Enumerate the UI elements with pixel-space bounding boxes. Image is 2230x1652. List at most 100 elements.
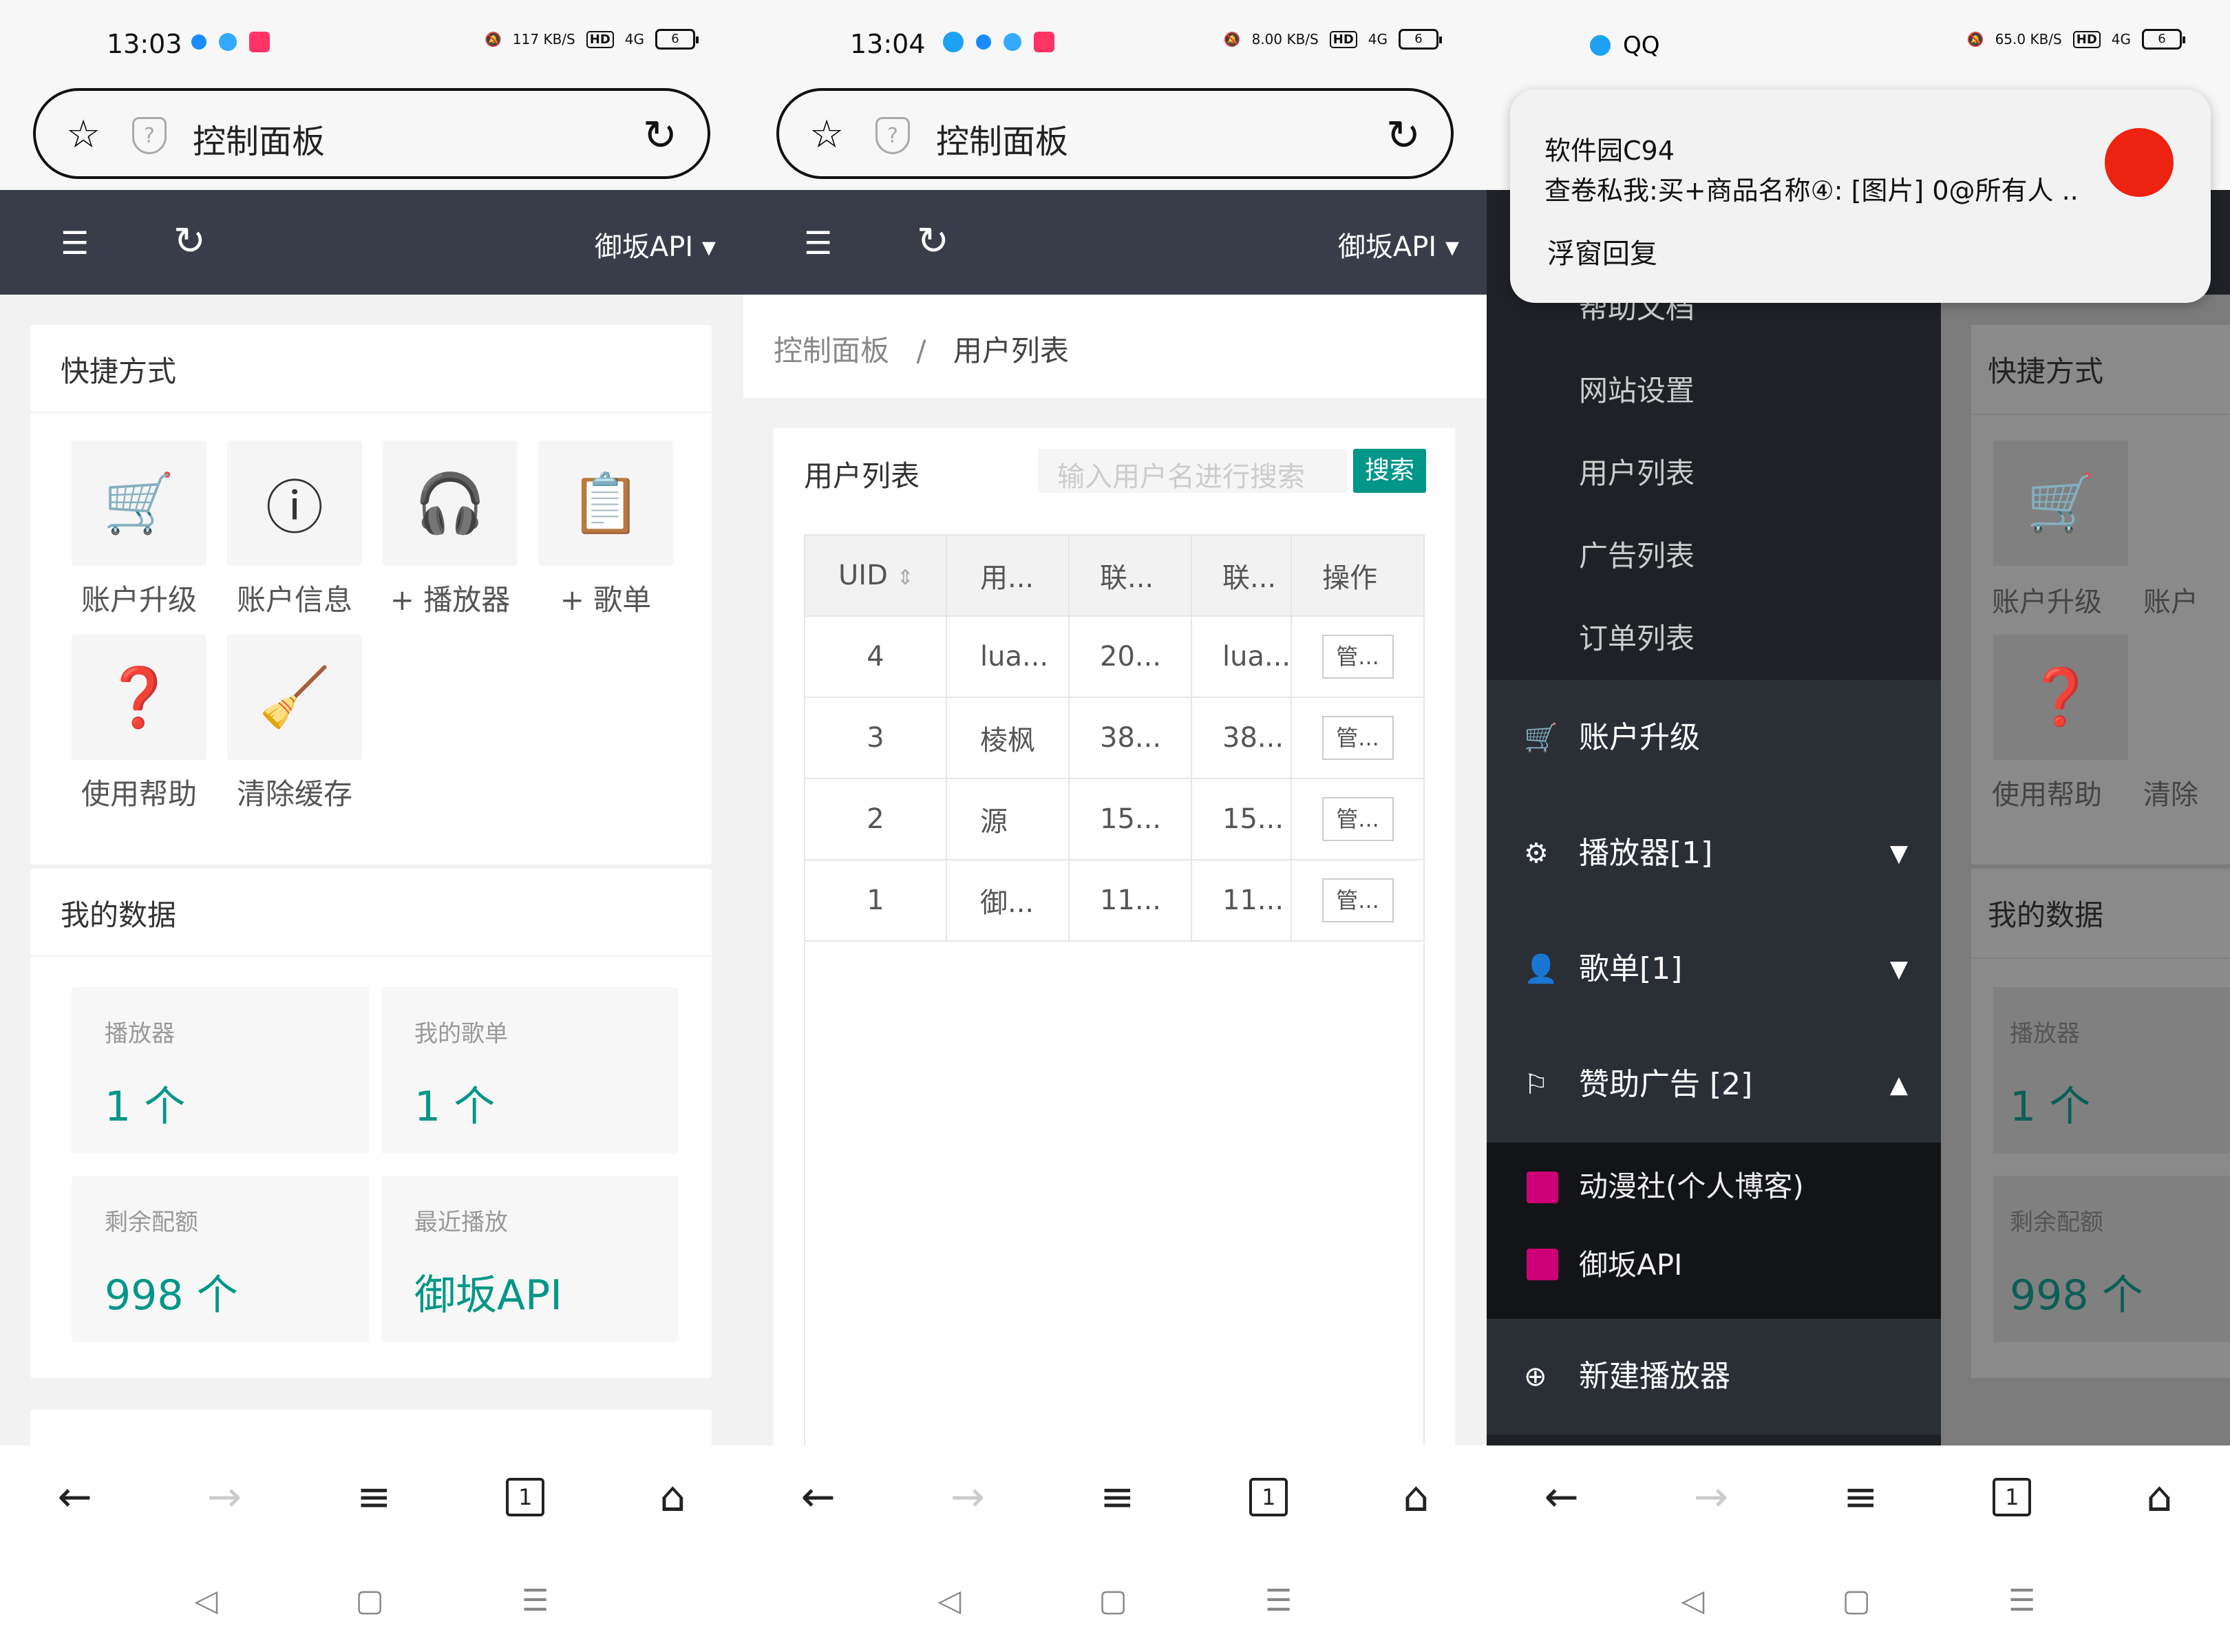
group-label: 播放器[1]	[1579, 836, 1713, 871]
dimmed-content[interactable]: 快捷方式 🛒 账户升级 账户 ❓ 使用帮助 清除 我的数据 播放器 1 个 剩余配…	[1941, 295, 2230, 1446]
avatar	[1527, 1249, 1558, 1280]
manage-button[interactable]: 管...	[1321, 716, 1394, 760]
notif-message: 查卷私我:买+商品名称④: [图片] 0@所有人 ..	[1544, 176, 2079, 206]
refresh-icon[interactable]: ↻	[917, 219, 949, 264]
tile-help[interactable]: ❓ 使用帮助	[72, 635, 206, 813]
qq-notification[interactable]: 软件园C94 查卷私我:买+商品名称④: [图片] 0@所有人 .. 浮窗回复	[1510, 89, 2211, 303]
tabs-icon[interactable]: 1	[1993, 1478, 2032, 1516]
security-shield-icon[interactable]: ?	[875, 117, 910, 154]
stat-key: 播放器	[105, 1020, 175, 1048]
address-box[interactable]: ☆ ? 控制面板 ↻	[33, 88, 710, 179]
menu-icon[interactable]: ≡	[1843, 1473, 1878, 1521]
tile-upgrade[interactable]: 🛒 账户升级	[72, 441, 206, 619]
sidebar-item-users[interactable]: 用户列表	[1487, 432, 1941, 515]
reload-icon[interactable]: ↻	[1386, 112, 1421, 160]
status-app-name: QQ	[1623, 32, 1660, 59]
home-icon[interactable]: ⌂	[659, 1473, 686, 1521]
sidebar-item-orders[interactable]: 订单列表	[1487, 597, 1941, 680]
security-shield-icon[interactable]: ?	[132, 117, 167, 154]
search-button[interactable]: 搜索	[1353, 449, 1426, 493]
col-uid[interactable]: UID ⇕	[804, 534, 947, 617]
bookmark-star-icon[interactable]: ☆	[809, 116, 844, 154]
stat-recent: 最近播放御坂API	[381, 1176, 679, 1342]
menu-toggle-icon[interactable]: ☰	[804, 224, 832, 262]
tabs-icon[interactable]: 1	[1249, 1478, 1288, 1516]
browser-nav: ← → ≡ 1 ⌂	[1487, 1446, 2230, 1549]
breadcrumb-root[interactable]: 控制面板	[774, 334, 889, 368]
cell: 棱枫	[946, 697, 1070, 779]
breadcrumb-sep: /	[916, 334, 926, 368]
mydata-card: 我的数据 播放器 1 个 我的歌单 1 个 剩余配额 998 个 最近播放 御坂API	[30, 869, 712, 1378]
refresh-icon[interactable]: ↻	[173, 219, 206, 264]
sub-item-misaka[interactable]: 御坂API	[1487, 1231, 1941, 1319]
plus-circle-icon: ⊕	[1524, 1361, 1547, 1392]
address-box[interactable]: ☆ ? 控制面板 ↻	[776, 88, 1454, 179]
sidebar-group-sponsor[interactable]: ⚐ 赞助广告 [2] ▲	[1487, 1027, 1941, 1143]
mute-icon: 🔕	[1223, 31, 1241, 47]
flag-icon: ⚐	[1524, 1069, 1549, 1101]
home-icon[interactable]: ⌂	[2146, 1473, 2172, 1521]
sys-recents-icon[interactable]: ☰	[2008, 1583, 2035, 1618]
stat-value: 御坂API	[414, 1271, 562, 1320]
tile-account-info[interactable]: ⓘ 账户信息	[227, 441, 362, 619]
sys-back-icon[interactable]: ◁	[195, 1583, 218, 1618]
sys-back-icon[interactable]: ◁	[938, 1583, 962, 1618]
menu-toggle-icon[interactable]: ☰	[61, 224, 89, 262]
sidebar-item-site-settings[interactable]: 网站设置	[1487, 350, 1941, 432]
manage-button[interactable]: 管...	[1321, 635, 1394, 679]
sidebar-item-help-docs[interactable]: 帮助文档	[1487, 294, 1941, 350]
sys-recents-icon[interactable]: ☰	[522, 1583, 549, 1618]
stat-key: 最近播放	[414, 1209, 508, 1236]
back-icon[interactable]: ←	[58, 1473, 92, 1521]
chevron-up-icon: ▲	[1889, 1071, 1908, 1099]
sys-home-icon[interactable]: ▢	[355, 1583, 384, 1618]
tabs-icon[interactable]: 1	[506, 1478, 545, 1516]
float-reply-button[interactable]: 浮窗回复	[1547, 231, 1657, 271]
forward-icon[interactable]: →	[951, 1473, 985, 1521]
search-input[interactable]: 输入用户名进行搜索	[1038, 449, 1348, 493]
forward-icon[interactable]: →	[207, 1473, 242, 1521]
group-label: 账户升级	[1579, 720, 1700, 755]
tile-clear-cache[interactable]: 🧹 清除缓存	[227, 635, 362, 813]
forward-icon[interactable]: →	[1694, 1473, 1728, 1521]
status-right: 🔕 65.0 KB/S HD 4G 6	[1967, 29, 2185, 50]
battery-icon: 6	[655, 29, 699, 50]
sub-item-blog[interactable]: 动漫社(个人博客)	[1487, 1143, 1941, 1231]
sys-recents-icon[interactable]: ☰	[1265, 1583, 1292, 1618]
menu-icon[interactable]: ≡	[357, 1473, 391, 1521]
app-pink-icon	[1034, 32, 1054, 52]
tile-label: 清除	[2143, 779, 2198, 811]
stat-key: 我的歌单	[414, 1020, 508, 1048]
sidebar-group-playlist[interactable]: 👤 歌单[1] ▼	[1487, 911, 1941, 1027]
sub-label: 御坂API	[1579, 1248, 1683, 1282]
back-icon[interactable]: ←	[1544, 1473, 1579, 1521]
home-icon[interactable]: ⌂	[1403, 1473, 1429, 1521]
cell: 管...	[1291, 697, 1425, 779]
menu-icon[interactable]: ≡	[1100, 1473, 1134, 1521]
stat-key: 播放器	[2010, 1020, 2080, 1048]
sidebar-item-ads[interactable]: 广告列表	[1487, 515, 1941, 597]
sidebar-group-upgrade[interactable]: 🛒 账户升级	[1487, 680, 1941, 796]
back-icon[interactable]: ←	[801, 1473, 836, 1521]
sys-back-icon[interactable]: ◁	[1681, 1583, 1705, 1618]
cell: 1	[804, 859, 947, 942]
mydata-title: 我的数据	[30, 869, 712, 957]
signal-icon: 4G	[1368, 31, 1388, 47]
user-dropdown[interactable]: 御坂API ▾	[1338, 224, 1459, 264]
bookmark-star-icon[interactable]: ☆	[66, 116, 100, 154]
cell: lua...	[1190, 615, 1293, 698]
tile-add-player[interactable]: 🎧 + 播放器	[383, 441, 518, 619]
reload-icon[interactable]: ↻	[643, 112, 677, 160]
status-right: 🔕 8.00 KB/S HD 4G 6	[1223, 29, 1442, 50]
manage-button[interactable]: 管...	[1321, 878, 1394, 922]
sidebar-new-player[interactable]: ⊕ 新建播放器	[1487, 1319, 1941, 1434]
cell: 2	[804, 778, 947, 860]
stat-value: 998 个	[2010, 1271, 2143, 1320]
user-dropdown[interactable]: 御坂API ▾	[595, 224, 716, 264]
manage-button[interactable]: 管...	[1321, 797, 1394, 841]
help-icon: ❓	[1993, 635, 2128, 760]
tile-add-playlist[interactable]: 📋 + 歌单	[538, 441, 673, 619]
sidebar-group-player[interactable]: ⚙ 播放器[1] ▼	[1487, 796, 1941, 911]
sys-home-icon[interactable]: ▢	[1098, 1583, 1127, 1618]
sys-home-icon[interactable]: ▢	[1842, 1583, 1871, 1618]
